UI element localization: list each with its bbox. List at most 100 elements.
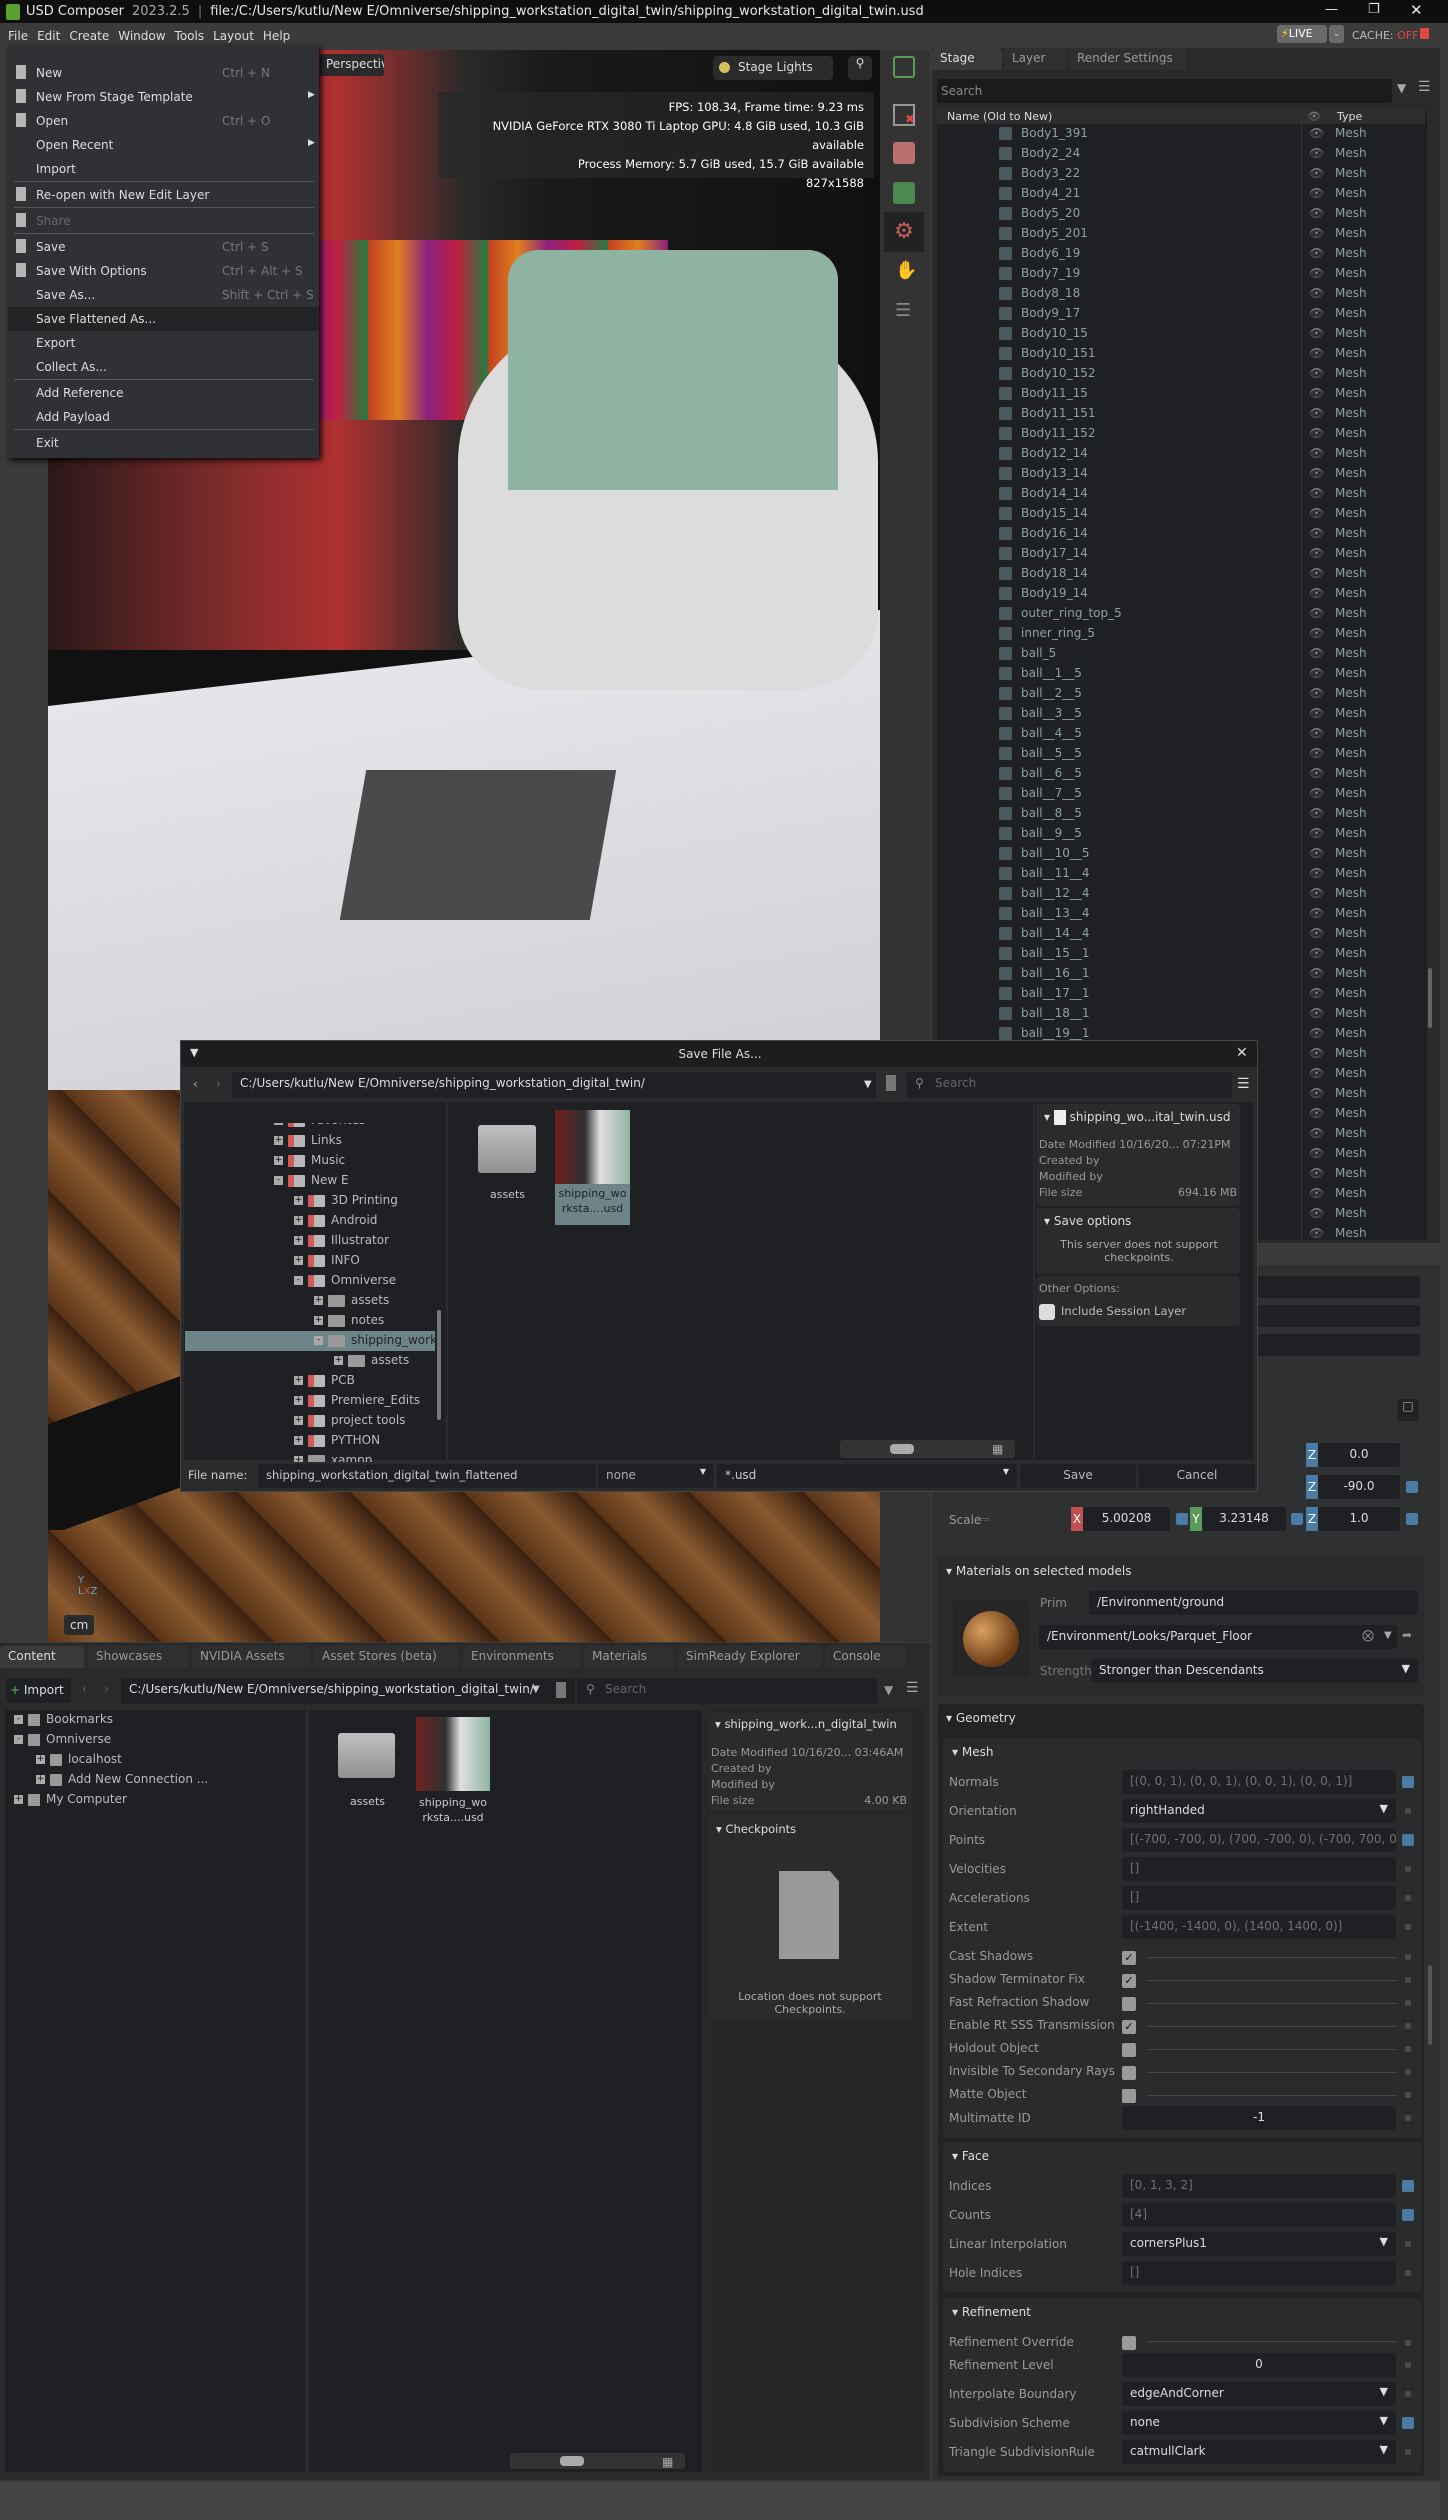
triangle-subdivisionrule-dropdown[interactable]: catmullClark ▼ (1122, 2440, 1396, 2464)
eye-icon[interactable]: 👁 (1309, 1146, 1324, 1160)
property-field-3[interactable] (1258, 1334, 1420, 1356)
expand-toggle-icon[interactable]: + (314, 1296, 323, 1305)
tree-item-premiere-edits[interactable]: + Premiere_Edits (294, 1393, 420, 1413)
stage-row[interactable]: ball__18__1 👁 Mesh (937, 1004, 1427, 1024)
dialog-tree-scrollbar[interactable] (437, 1310, 441, 1420)
menu-item-re-open-with-new-edit-layer[interactable]: Re-open with New Edit Layer (8, 183, 319, 207)
eye-icon[interactable]: 👁 (1309, 666, 1324, 680)
menu-layout[interactable]: Layout (213, 29, 254, 43)
authored-indicator[interactable] (1402, 1834, 1414, 1846)
eye-icon[interactable]: 👁 (1309, 526, 1324, 540)
authored-indicator[interactable] (1405, 2449, 1411, 2455)
extent-field[interactable]: [(-1400, -1400, 0), (1400, 1400, 0)] (1122, 1915, 1396, 1939)
eye-icon[interactable]: 👁 (1309, 506, 1324, 520)
eye-icon[interactable]: 👁 (1309, 1006, 1324, 1020)
stage-row[interactable]: ball__14__4 👁 Mesh (937, 924, 1427, 944)
tab-layer[interactable]: Layer (1004, 48, 1066, 70)
stage-row[interactable]: Body11_15 👁 Mesh (937, 384, 1427, 404)
authored-indicator[interactable] (1405, 1866, 1411, 1872)
eye-icon[interactable]: 👁 (1309, 266, 1324, 280)
expand-toggle-icon[interactable]: + (274, 1136, 283, 1145)
stage-row[interactable]: ball__2__5 👁 Mesh (937, 684, 1427, 704)
orientation-dropdown[interactable]: rightHanded ▼ (1122, 1799, 1396, 1823)
material-dropdown-icon[interactable]: ▼ (1384, 1630, 1392, 1641)
eye-icon[interactable]: 👁 (1309, 1106, 1324, 1120)
stage-row[interactable]: ball__7__5 👁 Mesh (937, 784, 1427, 804)
tree-item-project-tools[interactable]: + project tools (294, 1413, 405, 1433)
eye-icon[interactable]: 👁 (1309, 946, 1324, 960)
stage-row[interactable]: Body9_17 👁 Mesh (937, 304, 1427, 324)
authored-indicator[interactable] (1176, 1513, 1188, 1525)
expand-toggle-icon[interactable]: + (294, 1416, 303, 1425)
menu-window[interactable]: Window (118, 29, 165, 43)
indices-field[interactable]: [0, 1, 3, 2] (1122, 2174, 1396, 2198)
stage-row[interactable]: Body4_21 👁 Mesh (937, 184, 1427, 204)
sliders-icon[interactable]: ☰ (895, 300, 911, 321)
version-dropdown[interactable]: none ▼ (598, 1464, 714, 1488)
stage-row[interactable]: ball__3__5 👁 Mesh (937, 704, 1427, 724)
scale-z-field[interactable]: 1.0 (1318, 1507, 1400, 1531)
expand-toggle-icon[interactable]: + (274, 1156, 283, 1165)
menu-item-add-reference[interactable]: Add Reference (8, 381, 319, 405)
grid-view-icon[interactable]: ▦ (992, 1442, 1003, 1456)
menu-item-collect-as[interactable]: Collect As... (8, 355, 319, 379)
tree-item-new-e[interactable]: - New E (274, 1173, 349, 1193)
forward-button[interactable]: › (104, 1682, 109, 1696)
authored-indicator[interactable] (1405, 1895, 1411, 1901)
expand-toggle-icon[interactable]: - (14, 1715, 23, 1724)
tree-item-notes[interactable]: + notes (314, 1313, 384, 1333)
stage-row[interactable]: ball__15__1 👁 Mesh (937, 944, 1427, 964)
checkpoints-header[interactable]: ▾ Checkpoints (716, 1822, 796, 1836)
folder-icon[interactable] (338, 1733, 395, 1778)
prim-path-field[interactable]: /Environment/ground (1089, 1591, 1418, 1615)
stage-row[interactable]: ball__1__5 👁 Mesh (937, 664, 1427, 684)
dialog-back-button[interactable]: ‹ (193, 1077, 198, 1091)
grid-view-icon[interactable]: ▦ (662, 2455, 673, 2469)
eye-icon[interactable]: 👁 (1309, 326, 1324, 340)
eye-icon[interactable]: 👁 (1309, 1206, 1324, 1220)
authored-indicator[interactable] (1405, 1977, 1411, 1983)
tree-item-assets[interactable]: + assets (334, 1353, 409, 1373)
eye-icon[interactable]: 👁 (1309, 706, 1324, 720)
enable-rt-sss-transmission-checkbox[interactable]: ✓ (1122, 2020, 1136, 2034)
authored-indicator[interactable] (1405, 2241, 1411, 2247)
content-path-input[interactable]: C:/Users/kutlu/New E/Omniverse/shipping_… (121, 1678, 575, 1704)
menu-create[interactable]: Create (69, 29, 109, 43)
menu-item-add-payload[interactable]: Add Payload (8, 405, 319, 429)
import-button[interactable]: + Import (6, 1678, 71, 1703)
eye-icon[interactable]: 👁 (1309, 866, 1324, 880)
dialog-files-scrollbar[interactable] (840, 1440, 1015, 1458)
cast-shadows-checkbox[interactable]: ✓ (1122, 1951, 1136, 1965)
stage-row[interactable]: ball__12__4 👁 Mesh (937, 884, 1427, 904)
stage-row[interactable]: ball__9__5 👁 Mesh (937, 824, 1427, 844)
visibility-header-icon[interactable]: 👁 (1307, 110, 1321, 123)
menu-item-export[interactable]: Export (8, 331, 319, 355)
tree-item-assets[interactable]: + assets (314, 1293, 389, 1313)
linear-interpolation-dropdown[interactable]: cornersPlus1 ▼ (1122, 2232, 1396, 2256)
property-scrollbar[interactable] (1428, 1965, 1432, 2045)
files-scrollbar[interactable] (510, 2453, 685, 2469)
folder-icon[interactable] (478, 1125, 536, 1173)
menu-item-exit[interactable]: Exit (8, 431, 319, 455)
tree-item-pcb[interactable]: + PCB (294, 1373, 355, 1393)
expand-toggle-icon[interactable]: + (294, 1256, 303, 1265)
points-field[interactable]: [(-700, -700, 0), (700, -700, 0), (-700,… (1122, 1828, 1396, 1852)
dialog-search-input[interactable]: Search (907, 1072, 1232, 1098)
tree-item-android[interactable]: + Android (294, 1213, 377, 1233)
authored-indicator[interactable] (1405, 1924, 1411, 1930)
eye-icon[interactable]: 👁 (1309, 1046, 1324, 1060)
stage-scrollbar[interactable] (1428, 968, 1432, 1028)
eye-icon[interactable]: 👁 (1309, 966, 1324, 980)
path-dropdown-icon[interactable]: ▼ (864, 1079, 872, 1090)
authored-indicator[interactable] (1291, 1513, 1303, 1525)
content-search-input[interactable]: Search (577, 1678, 877, 1704)
stage-row[interactable]: ball_5 👁 Mesh (937, 644, 1427, 664)
eye-icon[interactable]: 👁 (1309, 226, 1324, 240)
refinement-level-field[interactable]: 0 (1122, 2353, 1396, 2377)
stage-row[interactable]: Body12_14 👁 Mesh (937, 444, 1427, 464)
authored-indicator[interactable] (1406, 1513, 1418, 1525)
matte-object-checkbox[interactable] (1122, 2089, 1136, 2103)
eye-icon[interactable]: 👁 (1309, 426, 1324, 440)
dialog-close-button[interactable]: ✕ (1236, 1045, 1248, 1061)
authored-indicator[interactable] (1402, 2209, 1414, 2221)
